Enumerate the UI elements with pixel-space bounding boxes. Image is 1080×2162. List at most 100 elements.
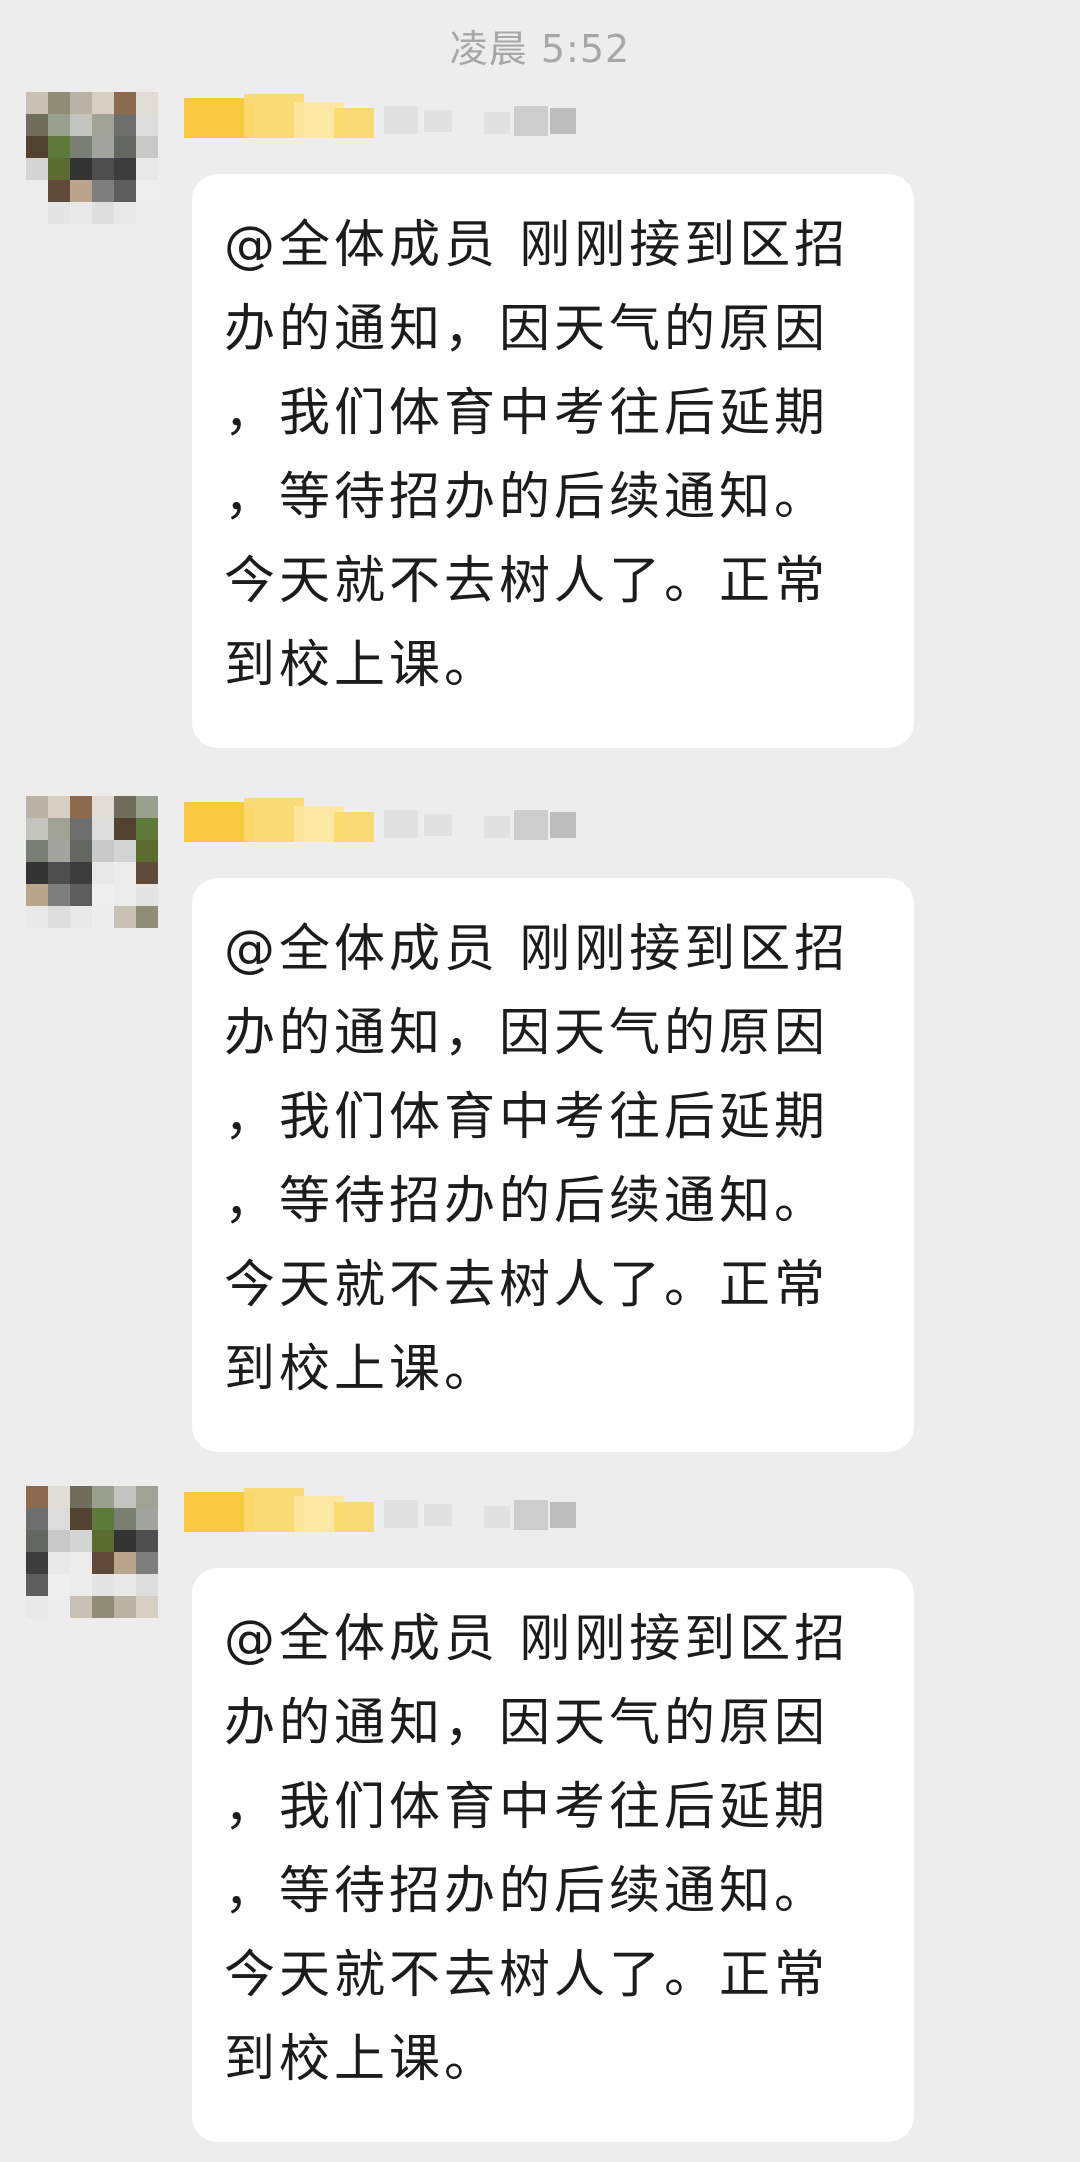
name-mosaic-block [334, 1502, 374, 1532]
sender-name-blurred [184, 792, 584, 846]
avatar-pixel [136, 1486, 158, 1508]
avatar-pixel [70, 1574, 92, 1596]
avatar-pixel [48, 158, 70, 180]
avatar-pixel [136, 906, 158, 928]
avatar-pixel [48, 1530, 70, 1552]
avatar-pixel [48, 202, 70, 224]
avatar-pixel [92, 158, 114, 180]
avatar-pixel [136, 796, 158, 818]
avatar-pixel [136, 136, 158, 158]
avatar-pixel [136, 1552, 158, 1574]
avatar-pixel [114, 1486, 136, 1508]
avatar-pixel [136, 114, 158, 136]
avatar-pixel [136, 862, 158, 884]
name-mosaic-block [384, 106, 418, 134]
avatar-pixel [70, 884, 92, 906]
avatar-pixel [48, 796, 70, 818]
avatar-pixel [26, 1486, 48, 1508]
avatar-pixel [92, 180, 114, 202]
message-text-line: ，等待招办的后续通知。 [224, 1172, 830, 1231]
avatar-pixel [114, 840, 136, 862]
name-mosaic-block [550, 108, 576, 134]
avatar-pixel [70, 818, 92, 840]
name-mosaic-block [484, 816, 510, 838]
avatar-pixel [70, 1530, 92, 1552]
avatar-pixel [114, 1596, 136, 1618]
message-text-line: 到校上课。 [224, 636, 500, 695]
avatar-pixel [48, 180, 70, 202]
avatar-pixel [70, 840, 92, 862]
avatar-pixel [70, 158, 92, 180]
message-text-line: @全体成员 刚刚接到区招 [224, 216, 850, 275]
avatar-pixel [114, 906, 136, 928]
avatar[interactable] [26, 92, 158, 224]
message-text-line: ，我们体育中考往后延期 [224, 1778, 830, 1837]
avatar-pixel [114, 1530, 136, 1552]
message-text-line: 办的通知，因天气的原因 [224, 1004, 830, 1063]
chat-timestamp: 凌晨 5:52 [449, 27, 631, 71]
avatar-pixel [114, 158, 136, 180]
avatar-pixel [114, 92, 136, 114]
avatar-pixel [92, 1508, 114, 1530]
avatar-pixel [26, 92, 48, 114]
avatar-pixel [26, 884, 48, 906]
avatar-pixel [26, 202, 48, 224]
avatar-pixel [114, 884, 136, 906]
message-bubble[interactable]: @全体成员 刚刚接到区招 办的通知，因天气的原因 ，我们体育中考往后延期 ，等待… [192, 174, 914, 748]
avatar-pixel [92, 136, 114, 158]
avatar-pixel [114, 1552, 136, 1574]
avatar-pixel [48, 136, 70, 158]
avatar-pixel [92, 818, 114, 840]
avatar-pixel [48, 884, 70, 906]
message-bubble[interactable]: @全体成员 刚刚接到区招 办的通知，因天气的原因 ，我们体育中考往后延期 ，等待… [192, 878, 914, 1452]
avatar-pixel [114, 202, 136, 224]
avatar-pixel [26, 136, 48, 158]
avatar-pixel [92, 1574, 114, 1596]
avatar-pixel [26, 114, 48, 136]
message-text-line: ，等待招办的后续通知。 [224, 1862, 830, 1921]
message-text-line: ，我们体育中考往后延期 [224, 1088, 830, 1147]
avatar-pixel [48, 1596, 70, 1618]
avatar-pixel [48, 840, 70, 862]
avatar-pixel [70, 1552, 92, 1574]
message-text-line: 办的通知，因天气的原因 [224, 300, 830, 359]
avatar-pixel [92, 92, 114, 114]
avatar-pixel [114, 1508, 136, 1530]
message-text-line: @全体成员 刚刚接到区招 [224, 1610, 850, 1669]
name-mosaic-block [384, 810, 418, 838]
avatar-pixel [70, 862, 92, 884]
avatar-pixel [114, 136, 136, 158]
name-mosaic-block [514, 106, 548, 136]
message-text-line: 今天就不去树人了。正常 [224, 1256, 830, 1315]
avatar-pixel [70, 1486, 92, 1508]
name-mosaic-block [424, 1504, 452, 1526]
message-bubble[interactable]: @全体成员 刚刚接到区招 办的通知，因天气的原因 ，我们体育中考往后延期 ，等待… [192, 1568, 914, 2142]
avatar-pixel [70, 796, 92, 818]
avatar-pixel [48, 92, 70, 114]
avatar-pixel [48, 1574, 70, 1596]
avatar-pixel [70, 1508, 92, 1530]
name-mosaic-block [484, 1506, 510, 1528]
avatar-pixel [136, 1596, 158, 1618]
name-mosaic-block [424, 814, 452, 836]
avatar-pixel [136, 158, 158, 180]
avatar-pixel [114, 862, 136, 884]
sender-name-blurred [184, 88, 584, 142]
avatar-pixel [26, 906, 48, 928]
avatar-pixel [26, 1530, 48, 1552]
avatar-pixel [70, 180, 92, 202]
avatar[interactable] [26, 1486, 158, 1618]
name-mosaic-block [514, 1500, 548, 1530]
avatar-pixel [136, 92, 158, 114]
avatar-pixel [92, 796, 114, 818]
avatar-pixel [48, 114, 70, 136]
avatar[interactable] [26, 796, 158, 928]
avatar-pixel [92, 862, 114, 884]
avatar-pixel [70, 906, 92, 928]
avatar-pixel [48, 906, 70, 928]
name-mosaic-block [484, 112, 510, 134]
message-text-line: ，等待招办的后续通知。 [224, 468, 830, 527]
avatar-pixel [136, 840, 158, 862]
name-mosaic-block [424, 110, 452, 132]
avatar-pixel [136, 180, 158, 202]
